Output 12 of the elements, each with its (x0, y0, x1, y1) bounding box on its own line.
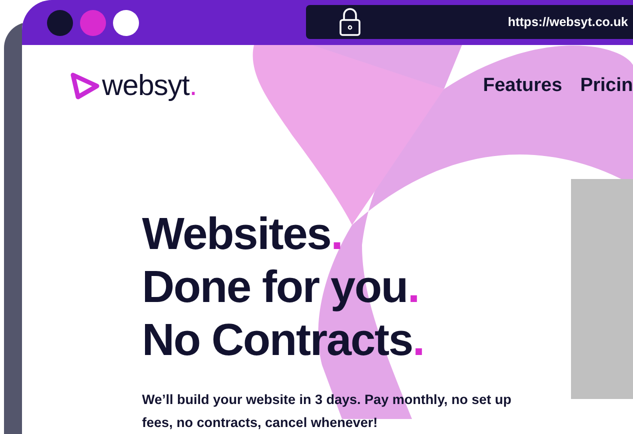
lock-icon (339, 6, 361, 36)
site-logo-text[interactable]: websyt. (102, 72, 197, 100)
url-text: https://websyt.co.uk (508, 14, 628, 28)
logo-mark-icon (70, 71, 100, 101)
headline-line: Websites. (142, 207, 344, 260)
nav-link[interactable]: Pricin (580, 75, 633, 97)
address-bar[interactable]: https://websyt.co.uk (306, 4, 633, 38)
hero-description: We’ll build your website in 3 days. Pay monthly, no set up fees, no contracts, cancel whenever! (142, 391, 512, 432)
window-control-icon[interactable] (113, 10, 139, 36)
nav-link[interactable]: Features (482, 75, 562, 97)
headline-line: No Contracts. (142, 313, 426, 366)
headline-line: Done for you. (142, 260, 420, 313)
